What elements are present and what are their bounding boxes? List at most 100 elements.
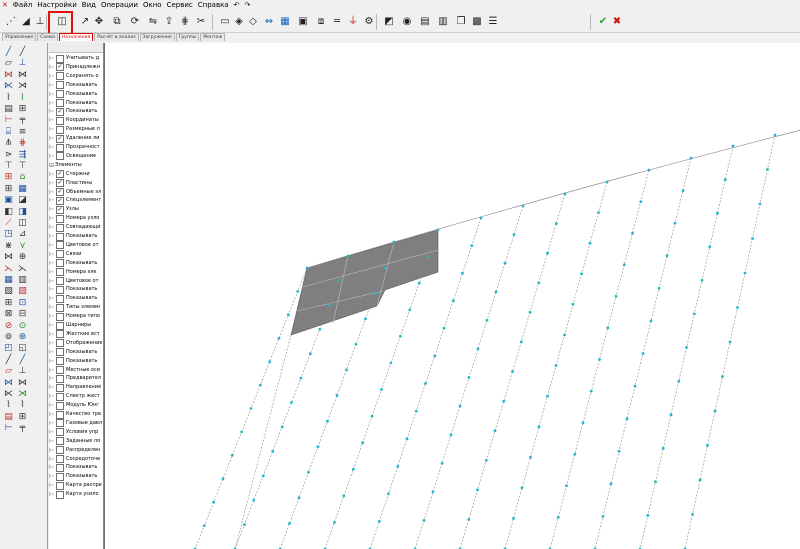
palette-tool-45-icon[interactable]: ⊞ xyxy=(3,298,14,309)
palette-tool-26-icon[interactable]: ▦ xyxy=(17,184,28,195)
tree-option[interactable]: ⊢ Показывать xyxy=(49,294,103,303)
tree-option[interactable]: ⊢ ✓ Удаление ли xyxy=(49,134,103,143)
palette-tool-5-icon[interactable]: ⋈ xyxy=(3,70,14,81)
tab-management[interactable]: Управление xyxy=(2,33,37,41)
option-checkbox[interactable] xyxy=(56,321,64,330)
support-icon[interactable]: ⊥ xyxy=(33,14,47,29)
option-checkbox[interactable] xyxy=(56,90,64,99)
palette-tool-7-icon[interactable]: ⋉ xyxy=(3,81,14,92)
palette-tool-62-icon[interactable]: ⋊ xyxy=(17,389,28,400)
tree-option[interactable]: ⊢ Цветовое от xyxy=(49,277,103,286)
menu-help[interactable]: Справка xyxy=(198,0,229,11)
palette-tool-36-icon[interactable]: ⋎ xyxy=(17,241,28,252)
palette-tool-50-icon[interactable]: ⊙ xyxy=(17,321,28,332)
filter-icon[interactable]: ⏚ xyxy=(346,14,360,29)
tree-option[interactable]: ⊢ Карта распре xyxy=(49,481,103,490)
tree-option[interactable]: ⊢ Учитывать д xyxy=(49,54,103,63)
tree-option[interactable]: ⊢ ✓ Узлы xyxy=(49,205,103,214)
tree-option[interactable]: ⊢ Показывать xyxy=(49,81,103,90)
palette-tool-2-icon[interactable]: ╱ xyxy=(17,47,28,58)
option-checkbox[interactable] xyxy=(56,223,64,232)
option-checkbox[interactable] xyxy=(56,490,64,499)
tree-option[interactable]: ⊢ Номера узло xyxy=(49,214,103,223)
tab-loads[interactable]: Загружения xyxy=(139,33,175,41)
palette-tool-41-icon[interactable]: ▦ xyxy=(3,275,14,286)
option-checkbox[interactable] xyxy=(56,54,64,63)
option-checkbox[interactable]: ✓ xyxy=(56,107,64,116)
delete-icon[interactable]: ✂ xyxy=(194,14,208,29)
palette-tool-65-icon[interactable]: ▤ xyxy=(3,412,14,423)
palette-tool-54-icon[interactable]: ◱ xyxy=(17,343,28,354)
option-checkbox[interactable] xyxy=(56,348,64,357)
save-icon[interactable]: ▩ xyxy=(470,14,484,29)
tree-option[interactable]: ⊢ Распределен xyxy=(49,446,103,455)
palette-tool-12-icon[interactable]: ⊞ xyxy=(17,104,28,115)
palette-tool-37-icon[interactable]: ⋈ xyxy=(3,252,14,263)
tree-option[interactable]: ⊢ Размерные л xyxy=(49,125,103,134)
tree-option[interactable]: ⊢ ✓ Объемные эл xyxy=(49,188,103,197)
app-close-icon[interactable]: ✕ xyxy=(2,0,8,11)
menu-service[interactable]: Сервис xyxy=(167,0,193,11)
rectangle-icon[interactable]: ▭ xyxy=(218,14,232,29)
palette-tool-27-icon[interactable]: ▣ xyxy=(3,195,14,206)
palette-tool-59-icon[interactable]: ⋈ xyxy=(3,378,14,389)
palette-tool-17-icon[interactable]: ⋔ xyxy=(3,138,14,149)
palette-tool-34-icon[interactable]: ⊿ xyxy=(17,229,28,240)
palette-tool-19-icon[interactable]: ⋗ xyxy=(3,150,14,161)
tree-group[interactable]: ⊟ Элементы xyxy=(49,161,103,170)
tab-montage[interactable]: Монтаж xyxy=(200,33,226,41)
option-checkbox[interactable] xyxy=(56,330,64,339)
palette-tool-48-icon[interactable]: ⊟ xyxy=(17,309,28,320)
palette-tool-23-icon[interactable]: ⊞ xyxy=(3,172,14,183)
cancel-icon[interactable]: ✖ xyxy=(610,14,624,29)
tree-option[interactable]: ⊢ Направление xyxy=(49,383,103,392)
menu-settings[interactable]: Настройки xyxy=(37,0,77,11)
option-checkbox[interactable] xyxy=(56,455,64,463)
tree-option[interactable]: ⊢ Местные оси xyxy=(49,366,103,375)
tree-option[interactable]: ⊢ Качество тре xyxy=(49,410,103,419)
option-checkbox[interactable] xyxy=(56,152,64,161)
palette-tool-4-icon[interactable]: ⊥ xyxy=(17,58,28,69)
undo-icon[interactable]: ↶ xyxy=(234,0,240,11)
palette-tool-10-icon[interactable]: ⌇ xyxy=(17,93,28,104)
palette-tool-56-icon[interactable]: ╱ xyxy=(17,355,28,366)
option-checkbox[interactable] xyxy=(56,401,64,410)
apply-icon[interactable]: ✔ xyxy=(596,14,610,29)
option-checkbox[interactable] xyxy=(56,410,64,419)
palette-tool-67-icon[interactable]: ⊢ xyxy=(3,423,14,434)
option-checkbox[interactable]: ✓ xyxy=(56,134,64,143)
tree-option[interactable]: ⊢ Показывать xyxy=(49,285,103,294)
option-checkbox[interactable]: ✓ xyxy=(56,63,64,72)
palette-tool-60-icon[interactable]: ⋈ xyxy=(17,378,28,389)
option-checkbox[interactable] xyxy=(56,303,64,312)
palette-tool-9-icon[interactable]: ⌇ xyxy=(3,93,14,104)
palette-tool-49-icon[interactable]: ⊘ xyxy=(3,321,14,332)
tree-option[interactable]: ⊢ Номера типо xyxy=(49,312,103,321)
option-checkbox[interactable] xyxy=(56,232,64,241)
collapse-icon[interactable]: ⊟ xyxy=(49,161,54,170)
rotate-icon[interactable]: ⟳ xyxy=(128,14,142,29)
option-checkbox[interactable] xyxy=(56,472,64,481)
palette-tool-24-icon[interactable]: ⌂ xyxy=(17,172,28,183)
tree-option[interactable]: ⊢ Типы элемен xyxy=(49,303,103,312)
tree-option[interactable]: ⊢ Связи xyxy=(49,250,103,259)
option-checkbox[interactable] xyxy=(56,339,64,348)
tree-option[interactable]: ⊢ Жесткие вст xyxy=(49,330,103,339)
tree-option[interactable]: ⊢ Цветовое от xyxy=(49,241,103,250)
option-checkbox[interactable] xyxy=(56,285,64,294)
cube-icon[interactable]: ◈ xyxy=(232,14,246,29)
palette-tool-61-icon[interactable]: ⋉ xyxy=(3,389,14,400)
divide-icon[interactable]: ⋕ xyxy=(178,14,192,29)
palette-tool-30-icon[interactable]: ◨ xyxy=(17,207,28,218)
palette-tool-43-icon[interactable]: ▧ xyxy=(3,286,14,297)
palette-tool-58-icon[interactable]: ⊥ xyxy=(17,366,28,377)
palette-tool-18-icon[interactable]: ⋕ xyxy=(17,138,28,149)
option-checkbox[interactable] xyxy=(56,72,64,81)
option-checkbox[interactable] xyxy=(56,214,64,223)
option-checkbox[interactable] xyxy=(56,143,64,152)
tree-option[interactable]: ⊢ ✓ Спецэлемент xyxy=(49,196,103,205)
redo-icon[interactable]: ↷ xyxy=(244,0,250,11)
model-view[interactable] xyxy=(105,43,800,549)
menu-operations[interactable]: Операции xyxy=(101,0,138,11)
palette-tool-16-icon[interactable]: ≡ xyxy=(17,127,28,138)
